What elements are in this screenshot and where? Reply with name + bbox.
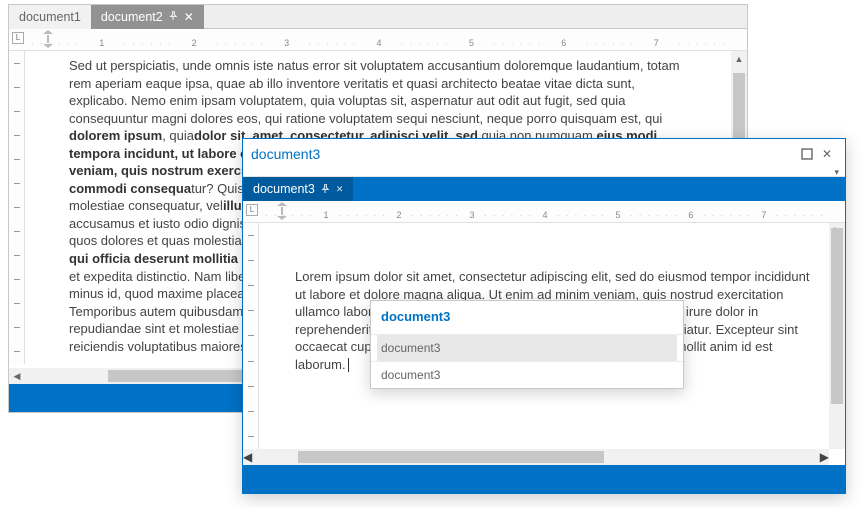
document-switcher-popup: document3 document3 document3 — [370, 300, 684, 389]
vertical-scrollbar[interactable]: ▲ ▼ — [829, 223, 845, 449]
scroll-thumb[interactable] — [298, 451, 604, 463]
float-tab-strip: document3 ✕ — [243, 177, 845, 201]
text-caret — [348, 358, 349, 372]
scroll-thumb[interactable] — [108, 370, 246, 382]
scroll-thumb[interactable] — [831, 228, 843, 404]
tab-label: document2 — [101, 10, 163, 24]
scroll-track[interactable] — [252, 449, 820, 465]
float-tab-document3[interactable]: document3 ✕ — [243, 177, 353, 201]
close-icon[interactable]: ✕ — [336, 184, 344, 195]
scroll-right-icon[interactable]: ▶ — [820, 450, 829, 464]
tab-document2[interactable]: document2 ✕ — [91, 5, 204, 29]
vertical-ruler[interactable] — [9, 51, 25, 364]
window-titlebar[interactable]: document3 ✕ — [243, 139, 845, 169]
horizontal-ruler[interactable]: L — [9, 29, 747, 51]
scroll-up-icon[interactable]: ▲ — [731, 51, 747, 67]
switcher-item[interactable]: document3 — [377, 335, 677, 361]
status-bar — [243, 465, 845, 493]
ruler-corner-icon: L — [12, 32, 24, 44]
horizontal-ruler[interactable]: L — [243, 201, 845, 223]
tab-label: document3 — [253, 182, 315, 196]
tab-strip: document1 document2 ✕ — [9, 5, 747, 29]
dropdown-icon[interactable]: ▾ — [834, 167, 839, 178]
switcher-item[interactable]: document3 — [371, 362, 683, 388]
scroll-left-icon[interactable]: ◀ — [243, 450, 252, 464]
tab-document1[interactable]: document1 — [9, 5, 91, 29]
close-icon[interactable]: ✕ — [817, 144, 837, 164]
maximize-icon[interactable] — [797, 144, 817, 164]
pin-icon[interactable] — [321, 184, 330, 195]
ruler-ticks — [31, 29, 727, 50]
ruler-ticks — [265, 201, 825, 222]
switcher-title: document3 — [371, 301, 683, 335]
scroll-left-icon[interactable]: ◀ — [9, 368, 25, 384]
window-title: document3 — [251, 146, 320, 162]
float-menubar: ▾ — [243, 169, 845, 177]
tab-label: document1 — [19, 10, 81, 24]
horizontal-scrollbar[interactable]: ◀ ▶ — [243, 449, 829, 465]
close-icon[interactable]: ✕ — [184, 10, 194, 24]
vertical-ruler[interactable] — [243, 223, 259, 449]
pin-icon[interactable] — [169, 11, 178, 23]
ruler-corner-icon: L — [246, 204, 258, 216]
